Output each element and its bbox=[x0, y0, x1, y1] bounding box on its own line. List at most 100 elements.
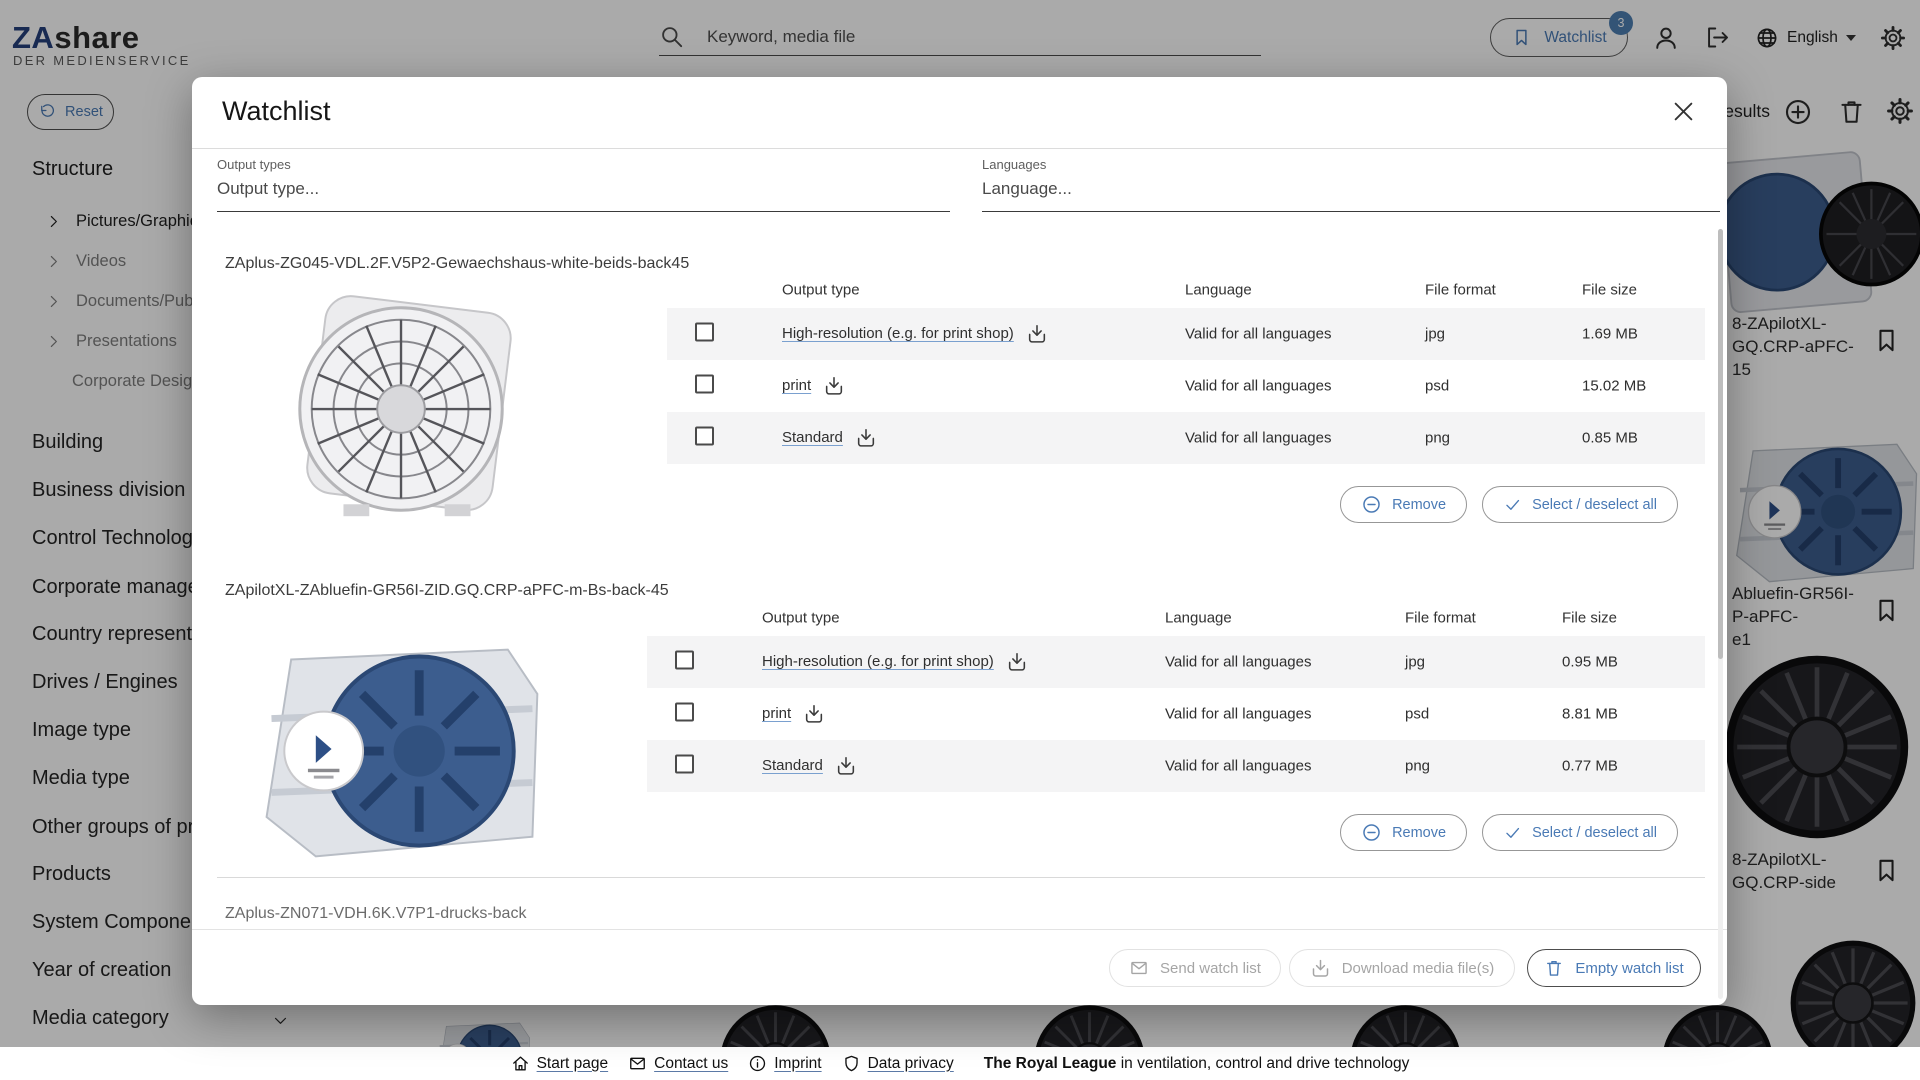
footer-link-start-page: Start page bbox=[511, 1054, 609, 1073]
media-file-title: ZApilotXL-ZAbluefin-GR56I-ZID.GQ.CRP-aPF… bbox=[225, 582, 669, 600]
media-file-preview bbox=[254, 282, 552, 540]
output-type-link[interactable]: print bbox=[762, 705, 791, 722]
table-header-row: Output type Language File format File si… bbox=[667, 272, 1705, 308]
download-icon[interactable] bbox=[1026, 323, 1048, 345]
languages-filter[interactable]: Languages Language... bbox=[982, 157, 1720, 212]
row-checkbox[interactable] bbox=[675, 651, 694, 670]
table-row: print Valid for all languages psd 15.02 … bbox=[667, 360, 1705, 412]
col-language: Language bbox=[1185, 282, 1252, 299]
row-checkbox[interactable] bbox=[695, 375, 714, 394]
app-root: ZAshare DER MEDIENSERVICE Keyword, media… bbox=[0, 0, 1920, 1080]
col-output-type: Output type bbox=[782, 282, 860, 299]
language-cell: Valid for all languages bbox=[1165, 758, 1311, 775]
input-underline bbox=[217, 211, 950, 212]
download-icon[interactable] bbox=[823, 375, 845, 397]
languages-placeholder: Language... bbox=[982, 179, 1720, 199]
output-type-link[interactable]: Standard bbox=[762, 757, 823, 774]
media-file-title: ZAplus-ZN071-VDH.6K.V7P1-drucks-back bbox=[225, 905, 526, 923]
info-icon bbox=[748, 1054, 767, 1073]
media-file-preview bbox=[237, 625, 562, 881]
output-types-filter[interactable]: Output types Output type... bbox=[217, 157, 950, 212]
table-row: High-resolution (e.g. for print shop) Va… bbox=[647, 636, 1705, 688]
footer: Start page Contact us Imprint Data priva… bbox=[0, 1047, 1920, 1080]
watchlist-modal: Watchlist Output types Output type... La… bbox=[192, 77, 1727, 1005]
minus-circle-icon bbox=[1361, 822, 1382, 843]
language-cell: Valid for all languages bbox=[1185, 378, 1331, 395]
language-cell: Valid for all languages bbox=[1165, 654, 1311, 671]
file-size-cell: 0.77 MB bbox=[1562, 758, 1618, 775]
download-icon[interactable] bbox=[803, 703, 825, 725]
language-cell: Valid for all languages bbox=[1185, 430, 1331, 447]
empty-watch-list-button[interactable]: Empty watch list bbox=[1527, 949, 1701, 987]
download-media-files-button[interactable]: Download media file(s) bbox=[1289, 949, 1515, 987]
languages-label: Languages bbox=[982, 157, 1720, 172]
file-format-cell: jpg bbox=[1425, 326, 1445, 343]
home-icon bbox=[511, 1054, 530, 1073]
watchlist-table: Output type Language File format File si… bbox=[667, 272, 1705, 620]
col-file-format: File format bbox=[1425, 282, 1496, 299]
modal-footer: Send watch list Download media file(s) E… bbox=[192, 945, 1727, 1005]
col-file-size: File size bbox=[1582, 282, 1637, 299]
output-types-placeholder: Output type... bbox=[217, 179, 950, 199]
modal-scrollbar[interactable] bbox=[1718, 229, 1723, 999]
language-cell: Valid for all languages bbox=[1185, 326, 1331, 343]
remove-button[interactable]: Remove bbox=[1340, 486, 1467, 523]
table-row: High-resolution (e.g. for print shop) Va… bbox=[667, 308, 1705, 360]
contact-us-link[interactable]: Contact us bbox=[654, 1055, 728, 1073]
watchlist-table: Output type Language File format File si… bbox=[647, 600, 1705, 948]
download-icon[interactable] bbox=[835, 755, 857, 777]
file-size-cell: 0.85 MB bbox=[1582, 430, 1638, 447]
remove-button[interactable]: Remove bbox=[1340, 814, 1467, 851]
trash-icon bbox=[1544, 958, 1564, 978]
language-cell: Valid for all languages bbox=[1165, 706, 1311, 723]
shield-icon bbox=[842, 1054, 861, 1073]
check-icon bbox=[1503, 823, 1522, 842]
download-icon[interactable] bbox=[1006, 651, 1028, 673]
footer-tagline: The Royal League in ventilation, control… bbox=[984, 1055, 1410, 1073]
col-language: Language bbox=[1165, 610, 1232, 627]
select-deselect-all-button[interactable]: Select / deselect all bbox=[1482, 486, 1678, 523]
file-format-cell: psd bbox=[1405, 706, 1429, 723]
download-icon[interactable] bbox=[855, 427, 877, 449]
envelope-icon bbox=[1129, 958, 1149, 978]
file-size-cell: 1.69 MB bbox=[1582, 326, 1638, 343]
divider bbox=[192, 148, 1727, 149]
scrollbar-thumb[interactable] bbox=[1718, 229, 1723, 659]
footer-link-data-privacy: Data privacy bbox=[842, 1054, 954, 1073]
imprint-link[interactable]: Imprint bbox=[774, 1055, 821, 1073]
row-checkbox[interactable] bbox=[675, 755, 694, 774]
file-format-cell: psd bbox=[1425, 378, 1449, 395]
col-output-type: Output type bbox=[762, 610, 840, 627]
footer-link-contact-us: Contact us bbox=[628, 1054, 728, 1073]
file-format-cell: png bbox=[1405, 758, 1430, 775]
table-row: Standard Valid for all languages png 0.7… bbox=[647, 740, 1705, 792]
divider bbox=[217, 877, 1705, 878]
output-type-link[interactable]: High-resolution (e.g. for print shop) bbox=[782, 325, 1014, 342]
select-deselect-all-button[interactable]: Select / deselect all bbox=[1482, 814, 1678, 851]
media-file-title: ZAplus-ZG045-VDL.2F.V5P2-Gewaechshaus-wh… bbox=[225, 255, 689, 273]
file-size-cell: 15.02 MB bbox=[1582, 378, 1646, 395]
download-icon bbox=[1310, 958, 1331, 979]
entry-actions: Remove Select / deselect all bbox=[1340, 486, 1678, 523]
close-icon[interactable] bbox=[1670, 98, 1697, 125]
divider bbox=[192, 929, 1727, 930]
start-page-link[interactable]: Start page bbox=[537, 1055, 609, 1073]
envelope-icon bbox=[628, 1054, 647, 1073]
file-format-cell: jpg bbox=[1405, 654, 1425, 671]
data-privacy-link[interactable]: Data privacy bbox=[868, 1055, 954, 1073]
row-checkbox[interactable] bbox=[675, 703, 694, 722]
footer-link-imprint: Imprint bbox=[748, 1054, 821, 1073]
row-checkbox[interactable] bbox=[695, 323, 714, 342]
output-type-link[interactable]: print bbox=[782, 377, 811, 394]
output-type-link[interactable]: Standard bbox=[782, 429, 843, 446]
send-watch-list-button[interactable]: Send watch list bbox=[1109, 949, 1281, 987]
table-row: print Valid for all languages psd 8.81 M… bbox=[647, 688, 1705, 740]
file-format-cell: png bbox=[1425, 430, 1450, 447]
output-type-link[interactable]: High-resolution (e.g. for print shop) bbox=[762, 653, 994, 670]
file-size-cell: 8.81 MB bbox=[1562, 706, 1618, 723]
table-row: Standard Valid for all languages png 0.8… bbox=[667, 412, 1705, 464]
entry-actions: Remove Select / deselect all bbox=[1340, 814, 1678, 851]
col-file-size: File size bbox=[1562, 610, 1617, 627]
row-checkbox[interactable] bbox=[695, 427, 714, 446]
modal-title: Watchlist bbox=[222, 96, 331, 127]
